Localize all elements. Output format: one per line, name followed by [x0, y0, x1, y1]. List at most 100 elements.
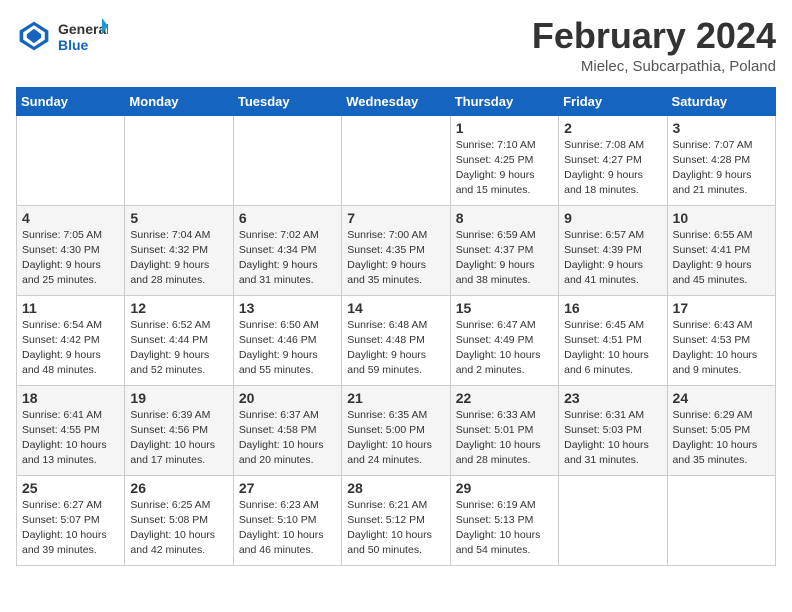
calendar-cell: 5 Sunrise: 7:04 AM Sunset: 4:32 PM Daylig…	[125, 205, 233, 295]
calendar-cell: 11 Sunrise: 6:54 AM Sunset: 4:42 PM Dayli…	[17, 295, 125, 385]
day-number: 29	[456, 480, 553, 496]
day-number: 21	[347, 390, 444, 406]
day-info: Sunrise: 6:27 AM Sunset: 5:07 PM Dayligh…	[22, 498, 119, 559]
day-number: 5	[130, 210, 227, 226]
day-number: 20	[239, 390, 336, 406]
calendar-cell: 4 Sunrise: 7:05 AM Sunset: 4:30 PM Daylig…	[17, 205, 125, 295]
day-info: Sunrise: 7:04 AM Sunset: 4:32 PM Dayligh…	[130, 228, 227, 289]
svg-text:General: General	[58, 21, 108, 37]
logo-graphic: General Blue	[58, 16, 108, 56]
calendar-cell: 22 Sunrise: 6:33 AM Sunset: 5:01 PM Dayli…	[450, 385, 558, 475]
calendar-cell: 26Sunrise: 6:25 AM Sunset: 5:08 PM Dayli…	[125, 475, 233, 565]
calendar-cell: 21Sunrise: 6:35 AM Sunset: 5:00 PM Dayli…	[342, 385, 450, 475]
day-number: 24	[673, 390, 770, 406]
logo: General Blue	[16, 16, 108, 56]
day-info: Sunrise: 6:54 AM Sunset: 4:42 PM Dayligh…	[22, 318, 119, 379]
day-number: 4	[22, 210, 119, 226]
day-number: 12	[130, 300, 227, 316]
weekday-header-sunday: Sunday	[17, 87, 125, 115]
day-info: Sunrise: 6:45 AM Sunset: 4:51 PM Dayligh…	[564, 318, 661, 379]
day-info: Sunrise: 7:00 AM Sunset: 4:35 PM Dayligh…	[347, 228, 444, 289]
day-info: Sunrise: 6:39 AM Sunset: 4:56 PM Dayligh…	[130, 408, 227, 469]
calendar-cell: 8 Sunrise: 6:59 AM Sunset: 4:37 PM Daylig…	[450, 205, 558, 295]
calendar-cell: 25 Sunrise: 6:27 AM Sunset: 5:07 PM Dayli…	[17, 475, 125, 565]
day-info: Sunrise: 6:25 AM Sunset: 5:08 PM Dayligh…	[130, 498, 227, 559]
day-number: 23	[564, 390, 661, 406]
day-info: Sunrise: 6:55 AM Sunset: 4:41 PM Dayligh…	[673, 228, 770, 289]
day-info: Sunrise: 7:05 AM Sunset: 4:30 PM Dayligh…	[22, 228, 119, 289]
calendar-cell	[125, 115, 233, 205]
day-number: 27	[239, 480, 336, 496]
logo-icon	[16, 18, 52, 54]
day-number: 25	[22, 480, 119, 496]
calendar-week-5: 25 Sunrise: 6:27 AM Sunset: 5:07 PM Dayli…	[17, 475, 776, 565]
day-number: 13	[239, 300, 336, 316]
day-info: Sunrise: 6:57 AM Sunset: 4:39 PM Dayligh…	[564, 228, 661, 289]
day-info: Sunrise: 6:21 AM Sunset: 5:12 PM Dayligh…	[347, 498, 444, 559]
weekday-header-row: SundayMondayTuesdayWednesdayThursdayFrid…	[17, 87, 776, 115]
day-info: Sunrise: 6:29 AM Sunset: 5:05 PM Dayligh…	[673, 408, 770, 469]
calendar-cell: 19 Sunrise: 6:39 AM Sunset: 4:56 PM Dayli…	[125, 385, 233, 475]
day-info: Sunrise: 6:48 AM Sunset: 4:48 PM Dayligh…	[347, 318, 444, 379]
day-info: Sunrise: 6:37 AM Sunset: 4:58 PM Dayligh…	[239, 408, 336, 469]
day-info: Sunrise: 6:33 AM Sunset: 5:01 PM Dayligh…	[456, 408, 553, 469]
day-info: Sunrise: 7:07 AM Sunset: 4:28 PM Dayligh…	[673, 138, 770, 199]
calendar-cell	[342, 115, 450, 205]
calendar-cell: 10 Sunrise: 6:55 AM Sunset: 4:41 PM Dayli…	[667, 205, 775, 295]
day-number: 1	[456, 120, 553, 136]
day-number: 10	[673, 210, 770, 226]
day-info: Sunrise: 6:50 AM Sunset: 4:46 PM Dayligh…	[239, 318, 336, 379]
calendar-cell: 9 Sunrise: 6:57 AM Sunset: 4:39 PM Daylig…	[559, 205, 667, 295]
day-number: 2	[564, 120, 661, 136]
calendar-cell	[667, 475, 775, 565]
weekday-header-wednesday: Wednesday	[342, 87, 450, 115]
day-number: 22	[456, 390, 553, 406]
calendar-cell: 29 Sunrise: 6:19 AM Sunset: 5:13 PM Dayli…	[450, 475, 558, 565]
day-number: 19	[130, 390, 227, 406]
calendar-cell: 13 Sunrise: 6:50 AM Sunset: 4:46 PM Dayli…	[233, 295, 341, 385]
calendar-cell	[233, 115, 341, 205]
day-info: Sunrise: 6:43 AM Sunset: 4:53 PM Dayligh…	[673, 318, 770, 379]
calendar-cell: 1 Sunrise: 7:10 AM Sunset: 4:25 PM Daylig…	[450, 115, 558, 205]
calendar-cell: 27 Sunrise: 6:23 AM Sunset: 5:10 PM Dayli…	[233, 475, 341, 565]
day-info: Sunrise: 7:08 AM Sunset: 4:27 PM Dayligh…	[564, 138, 661, 199]
weekday-header-thursday: Thursday	[450, 87, 558, 115]
day-number: 6	[239, 210, 336, 226]
svg-text:Blue: Blue	[58, 37, 89, 53]
day-number: 9	[564, 210, 661, 226]
location: Mielec, Subcarpathia, Poland	[532, 58, 776, 75]
calendar-cell: 28Sunrise: 6:21 AM Sunset: 5:12 PM Dayli…	[342, 475, 450, 565]
calendar-cell: 24 Sunrise: 6:29 AM Sunset: 5:05 PM Dayli…	[667, 385, 775, 475]
calendar-cell: 16Sunrise: 6:45 AM Sunset: 4:51 PM Dayli…	[559, 295, 667, 385]
day-number: 18	[22, 390, 119, 406]
day-info: Sunrise: 6:19 AM Sunset: 5:13 PM Dayligh…	[456, 498, 553, 559]
calendar-cell: 2 Sunrise: 7:08 AM Sunset: 4:27 PM Daylig…	[559, 115, 667, 205]
day-number: 17	[673, 300, 770, 316]
weekday-header-tuesday: Tuesday	[233, 87, 341, 115]
calendar-cell: 15Sunrise: 6:47 AM Sunset: 4:49 PM Dayli…	[450, 295, 558, 385]
title-section: February 2024 Mielec, Subcarpathia, Pola…	[532, 16, 776, 75]
day-info: Sunrise: 6:52 AM Sunset: 4:44 PM Dayligh…	[130, 318, 227, 379]
page-header: General Blue February 2024 Mielec, Subca…	[16, 16, 776, 75]
calendar-cell: 7 Sunrise: 7:00 AM Sunset: 4:35 PM Daylig…	[342, 205, 450, 295]
day-number: 8	[456, 210, 553, 226]
calendar-cell: 18 Sunrise: 6:41 AM Sunset: 4:55 PM Dayli…	[17, 385, 125, 475]
day-number: 3	[673, 120, 770, 136]
day-number: 11	[22, 300, 119, 316]
calendar-cell: 17 Sunrise: 6:43 AM Sunset: 4:53 PM Dayli…	[667, 295, 775, 385]
calendar-cell: 14 Sunrise: 6:48 AM Sunset: 4:48 PM Dayli…	[342, 295, 450, 385]
day-info: Sunrise: 6:59 AM Sunset: 4:37 PM Dayligh…	[456, 228, 553, 289]
calendar-week-2: 4 Sunrise: 7:05 AM Sunset: 4:30 PM Daylig…	[17, 205, 776, 295]
calendar-cell: 20 Sunrise: 6:37 AM Sunset: 4:58 PM Dayli…	[233, 385, 341, 475]
calendar-cell	[17, 115, 125, 205]
day-number: 14	[347, 300, 444, 316]
calendar-table: SundayMondayTuesdayWednesdayThursdayFrid…	[16, 87, 776, 566]
day-info: Sunrise: 7:10 AM Sunset: 4:25 PM Dayligh…	[456, 138, 553, 199]
day-number: 7	[347, 210, 444, 226]
day-info: Sunrise: 6:23 AM Sunset: 5:10 PM Dayligh…	[239, 498, 336, 559]
calendar-cell: 6Sunrise: 7:02 AM Sunset: 4:34 PM Daylig…	[233, 205, 341, 295]
calendar-week-3: 11 Sunrise: 6:54 AM Sunset: 4:42 PM Dayli…	[17, 295, 776, 385]
day-info: Sunrise: 6:41 AM Sunset: 4:55 PM Dayligh…	[22, 408, 119, 469]
calendar-cell	[559, 475, 667, 565]
weekday-header-saturday: Saturday	[667, 87, 775, 115]
